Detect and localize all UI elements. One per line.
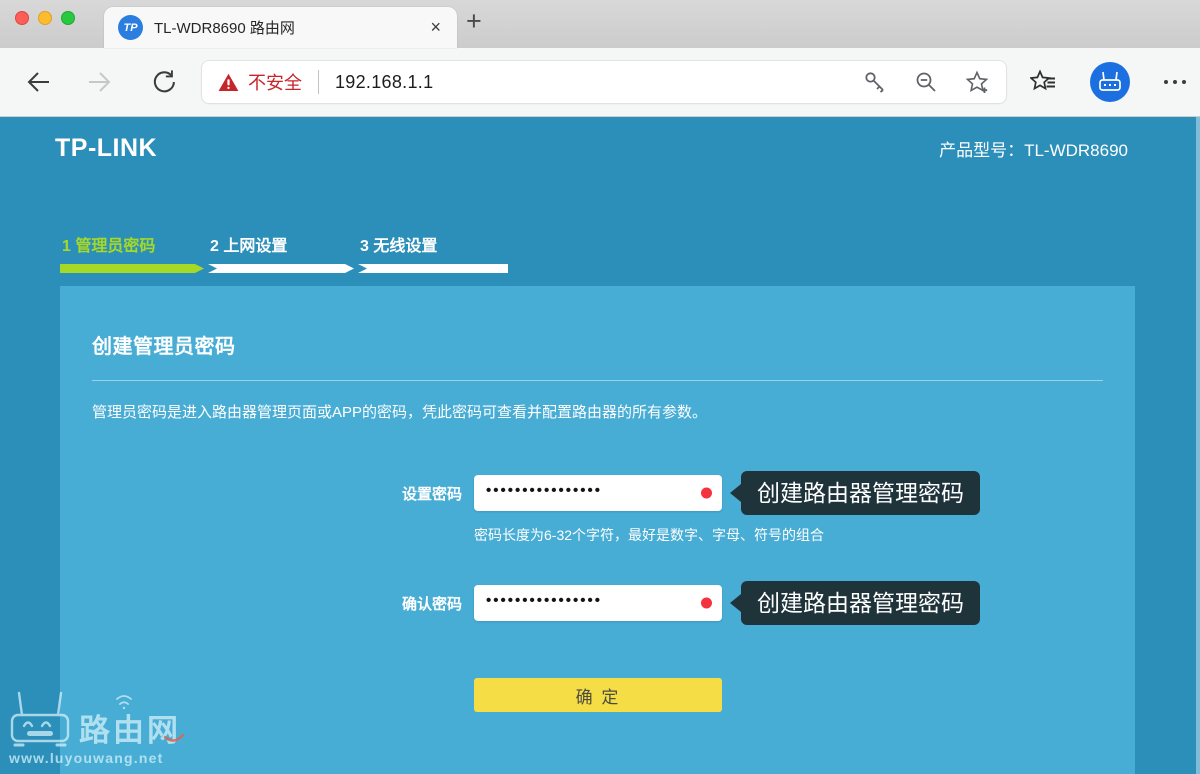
- close-tab-icon[interactable]: ×: [428, 17, 443, 38]
- step-bar-active: [60, 264, 204, 273]
- confirm-password-input[interactable]: ••••••••••••••••: [474, 585, 722, 621]
- set-password-input[interactable]: ••••••••••••••••: [474, 475, 722, 511]
- password-hint: 密码长度为6-32个字符，最好是数字、字母、符号的组合: [474, 525, 1103, 545]
- step-bar: [208, 264, 354, 273]
- tab-favicon-tp-icon: TP: [118, 15, 143, 40]
- browser-toolbar: 不安全 192.168.1.1: [0, 48, 1200, 117]
- tplink-logo: TP-LINK: [55, 134, 157, 163]
- setup-steps: 1 管理员密码 2 上网设置 3 无线设置: [60, 232, 1200, 273]
- reload-icon[interactable]: [150, 68, 178, 96]
- favorites-hub-icon[interactable]: [1030, 68, 1058, 96]
- masked-password-value: ••••••••••••••••: [486, 593, 602, 608]
- settings-menu-icon[interactable]: [1164, 80, 1186, 84]
- step-wireless-settings[interactable]: 3 无线设置: [358, 232, 508, 273]
- tooltip-text: 创建路由器管理密码: [741, 471, 980, 515]
- zoom-out-icon[interactable]: [914, 70, 938, 94]
- panel-title: 创建管理员密码: [92, 330, 1103, 359]
- page-header: TP-LINK 产品型号：TL-WDR8690: [0, 117, 1200, 163]
- scrollbar[interactable]: [1196, 117, 1200, 774]
- address-separator: [318, 70, 319, 94]
- confirm-password-label: 确认密码: [92, 593, 462, 614]
- tooltip-arrow: [730, 594, 741, 612]
- masked-password-value: ••••••••••••••••: [486, 483, 602, 498]
- address-bar[interactable]: 不安全 192.168.1.1: [202, 61, 1006, 103]
- new-tab-button[interactable]: +: [466, 6, 482, 37]
- set-password-row: 设置密码 •••••••••••••••• 创建路由器管理密码: [92, 471, 1103, 515]
- panel-description: 管理员密码是进入路由器管理页面或APP的密码，凭此密码可查看并配置路由器的所有参…: [92, 401, 1103, 422]
- password-key-icon[interactable]: [863, 70, 887, 94]
- tab-title: TL-WDR8690 路由网: [154, 17, 428, 38]
- url-text[interactable]: 192.168.1.1: [335, 72, 433, 93]
- close-window-button[interactable]: [15, 11, 29, 25]
- tooltip-text: 创建路由器管理密码: [741, 581, 980, 625]
- password-status-dot: [701, 598, 712, 609]
- watermark-site-name: 路由网: [79, 713, 181, 748]
- minimize-window-button[interactable]: [38, 11, 52, 25]
- router-extension-icon[interactable]: [1090, 62, 1130, 102]
- step-admin-password[interactable]: 1 管理员密码: [60, 232, 204, 273]
- browser-window: TP TL-WDR8690 路由网 × +: [0, 0, 1200, 774]
- password-status-dot: [701, 488, 712, 499]
- forward-icon: [86, 68, 114, 96]
- not-secure-warning-icon: [218, 73, 239, 92]
- confirm-password-row: 确认密码 •••••••••••••••• 创建路由器管理密码: [92, 581, 1103, 625]
- add-favorite-star-icon[interactable]: [965, 70, 990, 95]
- watermark-site-url: www.luyouwang.net: [8, 750, 163, 766]
- tooltip-arrow: [730, 484, 741, 502]
- browser-tab[interactable]: TP TL-WDR8690 路由网 ×: [104, 7, 457, 48]
- confirm-button[interactable]: 确 定: [474, 678, 722, 712]
- divider: [92, 380, 1103, 381]
- router-setup-page: TP-LINK 产品型号：TL-WDR8690 1 管理员密码 2 上网设置 3…: [0, 117, 1200, 774]
- security-status-label[interactable]: 不安全: [248, 69, 302, 95]
- tab-bar: TP TL-WDR8690 路由网 × +: [0, 0, 1200, 48]
- step-bar: [358, 264, 508, 273]
- luyouwang-watermark: 路由网 www.luyouwang.net: [5, 685, 205, 772]
- confirm-password-tooltip: 创建路由器管理密码: [730, 581, 980, 625]
- create-password-panel: 创建管理员密码 管理员密码是进入路由器管理页面或APP的密码，凭此密码可查看并配…: [60, 286, 1135, 774]
- back-icon[interactable]: [24, 68, 52, 96]
- window-controls: [15, 11, 75, 25]
- product-model-label: 产品型号：TL-WDR8690: [939, 136, 1128, 161]
- zoom-window-button[interactable]: [61, 11, 75, 25]
- set-password-tooltip: 创建路由器管理密码: [730, 471, 980, 515]
- step-internet-settings[interactable]: 2 上网设置: [208, 232, 354, 273]
- set-password-label: 设置密码: [92, 483, 462, 504]
